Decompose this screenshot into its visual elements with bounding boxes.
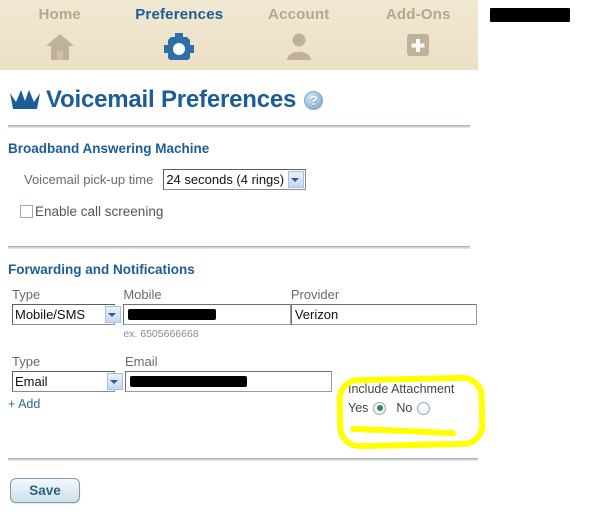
plus-icon: [401, 30, 435, 60]
provider-label: Provider: [290, 287, 340, 302]
forwarding-type-select-mobile[interactable]: Mobile/SMS: [12, 304, 115, 325]
redacted-mobile-number: [128, 309, 217, 320]
include-attachment-label: Include Attachment: [348, 382, 455, 396]
forwarding-type-select-wrap-email: Email: [12, 371, 125, 392]
mobile-number-hint: ex. 6505666668: [123, 328, 199, 340]
mobile-number-field-holder: [123, 304, 291, 325]
forwarding-row-mobile: Type Mobile/SMS Mobile ex. 6505666668 Pr…: [12, 287, 478, 340]
nav-tab-preferences[interactable]: Preferences: [120, 0, 240, 70]
forwarding-type-column-email: Type Email: [12, 354, 125, 392]
email-field-holder: [125, 371, 335, 392]
footer-divider: [8, 458, 478, 461]
forwarding-type-column-mobile: Type Mobile/SMS: [12, 287, 123, 340]
forwarding-type-label-email: Type: [12, 354, 41, 369]
page-header: Voicemail Preferences ?: [0, 70, 478, 114]
redacted-account-label: [490, 8, 570, 22]
forwarding-value-column-email: Email: [125, 354, 335, 392]
help-question-icon[interactable]: ?: [304, 90, 324, 110]
voicemail-pickup-time-row: Voicemail pick-up time 24 seconds (4 rin…: [24, 169, 478, 190]
nav-tab-home[interactable]: Home: [0, 0, 120, 70]
include-attachment-block: Include Attachment Yes No: [348, 382, 468, 415]
main-content: Voicemail Preferences ? Broadband Answer…: [0, 70, 478, 519]
forwarding-value-column-mobile: Mobile ex. 6505666668: [123, 287, 291, 340]
forwarding-type-select-wrap-mobile: Mobile/SMS: [12, 304, 123, 325]
top-navigation-bar: Home Preferences Account Add-Ons: [0, 0, 478, 70]
include-attachment-yes-radio[interactable]: [373, 401, 387, 415]
save-button[interactable]: Save: [10, 478, 80, 503]
nav-tab-account-label: Account: [268, 6, 330, 23]
page-title: Voicemail Preferences: [46, 86, 297, 113]
enable-call-screening-row: Enable call screening: [20, 204, 478, 219]
nav-tab-account[interactable]: Account: [239, 0, 359, 70]
add-forwarding-link[interactable]: + Add: [8, 397, 40, 411]
provider-input[interactable]: [290, 304, 477, 325]
forwarding-value-label-email: Email: [125, 354, 158, 369]
header-divider: [8, 125, 470, 128]
include-attachment-radio-group: Yes No: [348, 401, 468, 415]
nav-tab-home-label: Home: [38, 6, 81, 23]
crown-icon: [10, 90, 40, 109]
forwarding-provider-column: Provider: [290, 287, 478, 340]
include-attachment-no-radio[interactable]: [417, 401, 431, 415]
person-icon: [282, 30, 316, 60]
enable-call-screening-checkbox[interactable]: [20, 205, 33, 218]
nav-tab-add-ons[interactable]: Add-Ons: [359, 0, 479, 70]
nav-tab-preferences-label: Preferences: [135, 6, 224, 23]
voicemail-pickup-time-select[interactable]: 24 seconds (4 rings): [163, 169, 307, 190]
voicemail-pickup-time-label: Voicemail pick-up time: [24, 172, 154, 187]
forwarding-value-label-mobile: Mobile: [123, 287, 162, 302]
enable-call-screening-label: Enable call screening: [35, 204, 164, 219]
voicemail-pickup-time-select-wrap: 24 seconds (4 rings): [163, 169, 307, 190]
include-attachment-no-label: No: [396, 401, 413, 415]
house-icon: [43, 30, 77, 60]
forwarding-type-label-mobile: Type: [12, 287, 41, 302]
section-title-answering-machine: Broadband Answering Machine: [8, 141, 210, 156]
section-title-forwarding: Forwarding and Notifications: [8, 262, 195, 277]
redacted-email-address: [130, 376, 247, 387]
include-attachment-yes-label: Yes: [348, 401, 369, 415]
nav-items-list: Home Preferences Account Add-Ons: [0, 0, 478, 70]
section-divider: [8, 246, 470, 249]
nav-tab-add-ons-label: Add-Ons: [385, 6, 451, 23]
forwarding-type-select-email[interactable]: Email: [12, 371, 115, 392]
gear-icon: [162, 30, 196, 60]
